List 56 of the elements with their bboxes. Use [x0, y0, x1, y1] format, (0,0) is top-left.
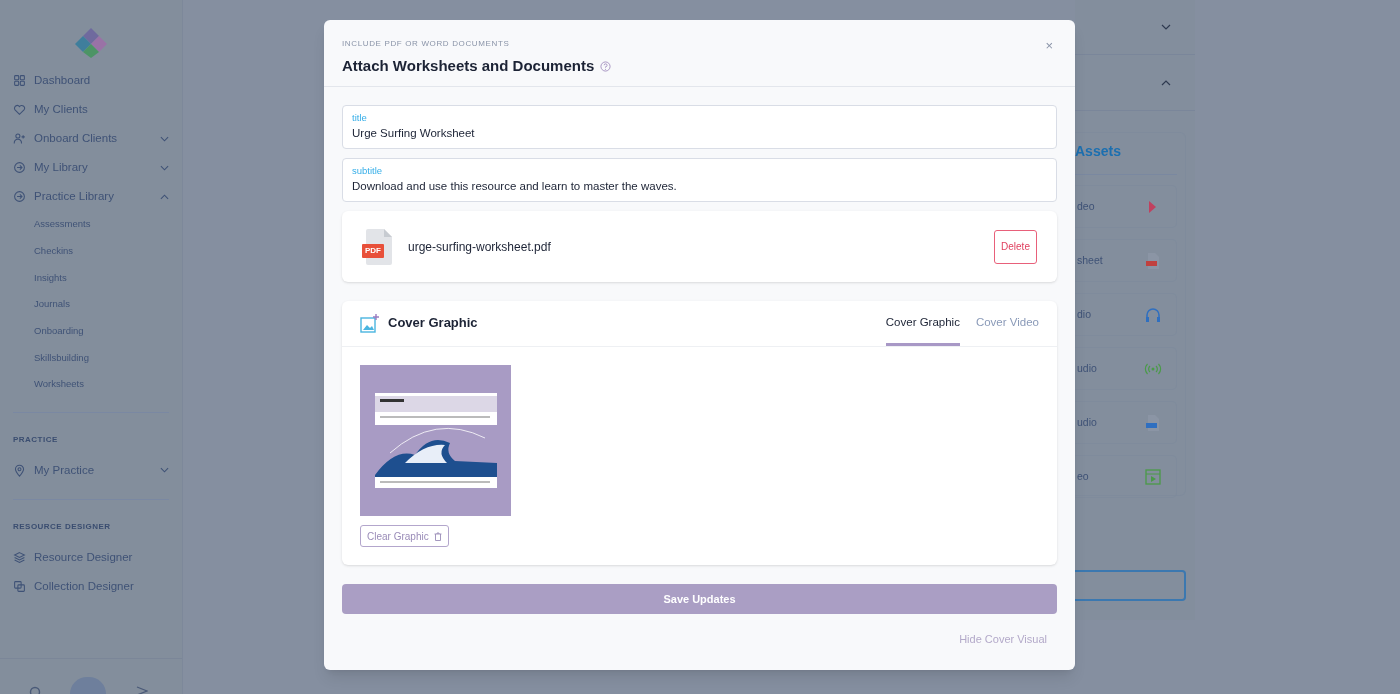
chevron-up-icon — [160, 193, 169, 200]
chevron-down-icon[interactable] — [1161, 24, 1171, 30]
nav-item[interactable]: Dashboard — [0, 66, 182, 95]
arrow-circle-icon — [13, 190, 26, 203]
arrow-circle-icon — [13, 161, 26, 174]
sub-nav-item[interactable]: Assessments — [0, 211, 182, 238]
play-icon[interactable] — [136, 686, 148, 694]
file-name: urge-surfing-worksheet.pdf — [408, 238, 552, 256]
delete-button[interactable]: Delete — [994, 229, 1037, 264]
nav-item[interactable]: Resource Designer — [0, 542, 182, 572]
add-image-icon — [360, 313, 380, 333]
chevron-up-icon[interactable] — [1161, 79, 1171, 86]
nav-item[interactable]: My Clients — [0, 95, 182, 124]
sub-nav-item[interactable]: Checkins — [0, 237, 182, 265]
clear-graphic-button[interactable]: Clear Graphic — [360, 525, 449, 547]
chevron-down-icon — [160, 467, 169, 474]
text-field[interactable]: title Urge Surfing Worksheet — [342, 105, 1057, 149]
grid-icon — [13, 74, 26, 87]
nav-item[interactable]: Onboard Clients — [0, 124, 182, 153]
hide-cover-visual-link[interactable]: Hide Cover Visual — [959, 631, 1047, 648]
audio-file-icon — [1144, 413, 1162, 432]
tab[interactable]: Cover Graphic — [885, 300, 960, 346]
section-heading: PRACTICE — [12, 433, 59, 446]
chevron-down-icon — [160, 135, 169, 142]
modal-title: Attach Worksheets and Documents — [342, 56, 595, 76]
pdf-file-icon — [1144, 251, 1162, 270]
chevron-down-icon — [160, 164, 169, 171]
text-field[interactable]: subtitle Download and use this resource and learn to master the waves. — [342, 158, 1057, 202]
copy-icon — [13, 579, 26, 593]
sub-nav-item[interactable]: Skillsbuilding — [0, 344, 182, 372]
nav-item[interactable]: My Practice — [0, 455, 182, 485]
sub-nav-item[interactable]: Journals — [0, 291, 182, 318]
nav-item[interactable]: My Library — [0, 153, 182, 182]
asset-item[interactable]: sheet — [1075, 239, 1177, 282]
trash-icon — [433, 531, 442, 541]
modal-eyebrow: INCLUDE PDF OR WORD DOCUMENTS — [342, 38, 510, 50]
nav-item[interactable]: Practice Library — [0, 182, 182, 211]
sub-nav-item[interactable]: Insights — [0, 264, 182, 292]
layers-icon — [13, 550, 26, 564]
help-icon[interactable] — [600, 60, 612, 72]
section-heading: RESOURCE DESIGNER — [12, 520, 112, 533]
cover-title: Cover Graphic — [388, 314, 478, 333]
sub-nav-item[interactable]: Worksheets — [0, 371, 182, 398]
video-clip-icon — [1144, 467, 1162, 486]
headphones-icon — [1144, 305, 1162, 324]
location-pin-icon — [13, 463, 26, 477]
save-updates-button[interactable]: Save Updates — [342, 584, 1057, 614]
add-user-icon — [13, 132, 26, 145]
sub-nav-item[interactable]: Onboarding — [0, 317, 182, 345]
nav-item[interactable]: Collection Designer — [0, 571, 182, 601]
tab[interactable]: Cover Video — [975, 300, 1039, 346]
logo-icon — [73, 26, 109, 58]
asset-item[interactable]: udio — [1075, 401, 1177, 444]
search-icon[interactable] — [29, 686, 43, 694]
close-button[interactable]: × — [1045, 39, 1053, 52]
heart-icon — [13, 103, 26, 116]
